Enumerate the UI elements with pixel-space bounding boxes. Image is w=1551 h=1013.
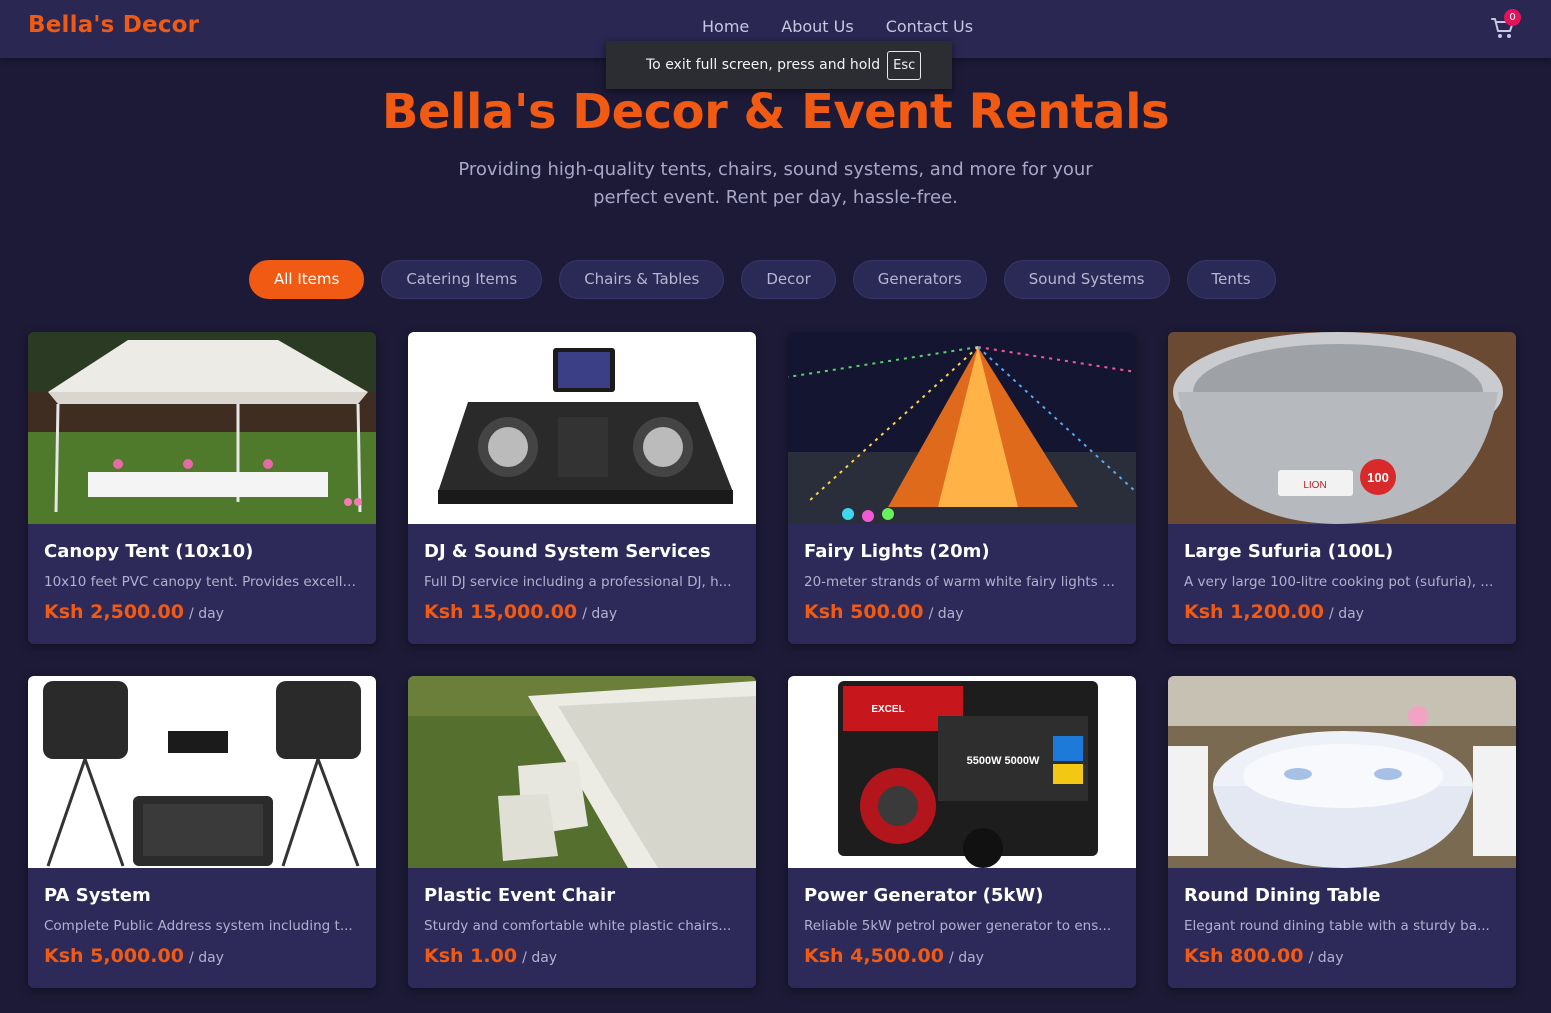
price-amount: Ksh 800.00 <box>1184 945 1304 967</box>
filter-chairs-tables[interactable]: Chairs & Tables <box>559 260 725 299</box>
price-unit: / day <box>1308 950 1344 966</box>
filter-generators[interactable]: Generators <box>852 260 987 299</box>
product-image-fairy-lights <box>788 332 1136 524</box>
price-amount: Ksh 1.00 <box>424 945 518 967</box>
generator-rating-text: 5500W 5000W <box>967 755 1040 767</box>
product-image-plastic-chairs <box>408 676 756 868</box>
fullscreen-exit-notice: To exit full screen, press and hold Esc <box>606 41 952 89</box>
filter-catering-items[interactable]: Catering Items <box>381 260 543 299</box>
product-title: Round Dining Table <box>1184 885 1381 906</box>
product-description: 10x10 feet PVC canopy tent. Provides exc… <box>44 574 360 590</box>
price-unit: / day <box>949 950 984 966</box>
product-image-power-generator: 5500W 5000W EXCEL <box>788 676 1136 868</box>
product-description: Sturdy and comfortable white plastic cha… <box>424 918 732 934</box>
price-unit: / day <box>189 606 224 622</box>
product-card[interactable]: PA System Complete Public Address system… <box>28 676 376 988</box>
product-price: Ksh 4,500.00 / day <box>804 945 984 967</box>
page-subtitle: Providing high-quality tents, chairs, so… <box>440 156 1111 212</box>
nav-home[interactable]: Home <box>702 17 749 36</box>
subtitle-line-2: perfect event. Rent per day, hassle-free… <box>593 187 958 208</box>
product-card[interactable]: LION 100 Large Sufuria (100L) A very lar… <box>1168 332 1516 644</box>
product-description: Reliable 5kW petrol power generator to e… <box>804 918 1112 934</box>
product-card[interactable]: 5500W 5000W EXCEL Power Generator (5kW) … <box>788 676 1136 988</box>
price-amount: Ksh 4,500.00 <box>804 945 944 967</box>
price-amount: Ksh 15,000.00 <box>424 601 578 623</box>
subtitle-line-1: Providing high-quality tents, chairs, so… <box>458 159 1093 180</box>
nav-links: Home About Us Contact Us <box>702 17 973 36</box>
product-description: 20-meter strands of warm white fairy lig… <box>804 574 1115 590</box>
product-title: Fairy Lights (20m) <box>804 541 990 562</box>
filter-all-items[interactable]: All Items <box>249 260 365 299</box>
product-title: DJ & Sound System Services <box>424 541 711 562</box>
cart-count-badge: 0 <box>1504 9 1521 26</box>
price-unit: / day <box>582 606 618 622</box>
product-price: Ksh 5,000.00 / day <box>44 945 224 967</box>
sufuria-size-badge: 100 <box>1367 470 1389 485</box>
product-description: Full DJ service including a professional… <box>424 574 732 590</box>
product-card[interactable]: Plastic Event Chair Sturdy and comfortab… <box>408 676 756 988</box>
fullscreen-notice-text: To exit full screen, press and hold <box>646 57 881 73</box>
product-image-canopy-tent <box>28 332 376 524</box>
product-image-round-dining-table <box>1168 676 1516 868</box>
nav-about-us[interactable]: About Us <box>781 17 853 36</box>
product-description: A very large 100-litre cooking pot (sufu… <box>1184 574 1494 590</box>
price-unit: / day <box>522 950 558 966</box>
product-card[interactable]: Canopy Tent (10x10) 10x10 feet PVC canop… <box>28 332 376 644</box>
product-card[interactable]: Round Dining Table Elegant round dining … <box>1168 676 1516 988</box>
product-price: Ksh 1.00 / day <box>424 945 557 967</box>
product-title: Power Generator (5kW) <box>804 885 1044 906</box>
filter-decor[interactable]: Decor <box>741 260 836 299</box>
cart-button[interactable]: 0 <box>1491 9 1521 41</box>
product-image-pa-system <box>28 676 376 868</box>
product-card[interactable]: DJ & Sound System Services Full DJ servi… <box>408 332 756 644</box>
product-title: Canopy Tent (10x10) <box>44 541 254 562</box>
product-image-dj-controller <box>408 332 756 524</box>
brand-logo[interactable]: Bella's Decor <box>28 12 199 38</box>
product-title: PA System <box>44 885 151 906</box>
nav-contact-us[interactable]: Contact Us <box>886 17 973 36</box>
filter-sound-systems[interactable]: Sound Systems <box>1003 260 1170 299</box>
product-title: Plastic Event Chair <box>424 885 616 906</box>
filter-tents[interactable]: Tents <box>1186 260 1276 299</box>
product-title: Large Sufuria (100L) <box>1184 541 1394 562</box>
product-price: Ksh 2,500.00 / day <box>44 601 224 623</box>
product-price: Ksh 15,000.00 / day <box>424 601 617 623</box>
product-description: Complete Public Address system including… <box>44 918 353 934</box>
product-card[interactable]: Fairy Lights (20m) 20-meter strands of w… <box>788 332 1136 644</box>
product-description: Elegant round dining table with a sturdy… <box>1184 918 1490 934</box>
product-price: Ksh 800.00 / day <box>1184 945 1344 967</box>
price-amount: Ksh 2,500.00 <box>44 601 184 623</box>
product-price: Ksh 500.00 / day <box>804 601 964 623</box>
sufuria-brand-text: LION <box>1303 480 1326 491</box>
price-amount: Ksh 1,200.00 <box>1184 601 1324 623</box>
generator-brand-text: EXCEL <box>871 704 904 715</box>
price-unit: / day <box>928 606 964 622</box>
price-unit: / day <box>1329 606 1364 622</box>
page-title: Bella's Decor & Event Rentals <box>381 84 1170 140</box>
price-amount: Ksh 500.00 <box>804 601 924 623</box>
price-unit: / day <box>189 950 224 966</box>
esc-key-hint: Esc <box>887 50 922 80</box>
product-price: Ksh 1,200.00 / day <box>1184 601 1364 623</box>
product-image-large-sufuria: LION 100 <box>1168 332 1516 524</box>
price-amount: Ksh 5,000.00 <box>44 945 184 967</box>
category-filters: All Items Catering Items Chairs & Tables… <box>249 260 1276 299</box>
